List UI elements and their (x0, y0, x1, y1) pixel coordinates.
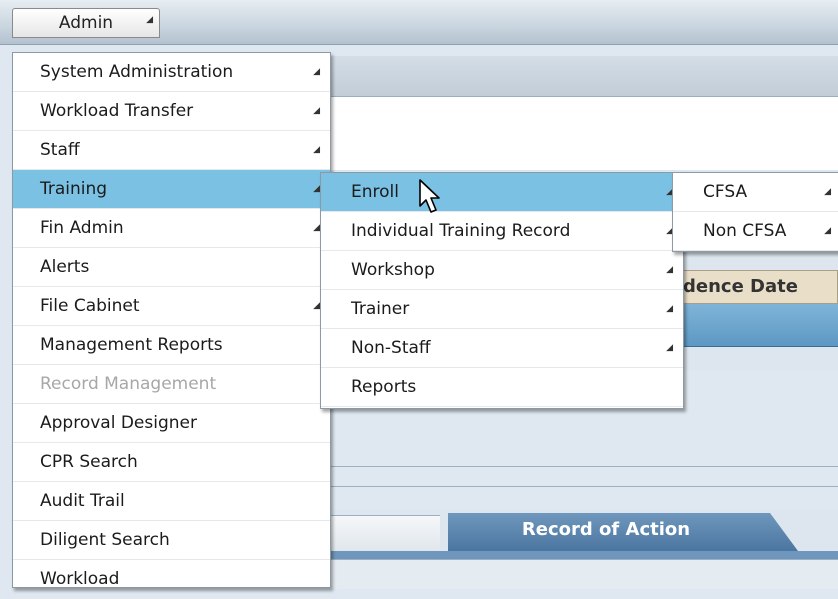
menu-item-non-staff[interactable]: Non-Staff ◢ (321, 329, 683, 368)
menu-item-workload[interactable]: Workload (13, 560, 330, 599)
menu-item-record-management: Record Management (13, 365, 330, 404)
menu-item-diligent-search[interactable]: Diligent Search (13, 521, 330, 560)
submenu-arrow-icon: ◢ (824, 187, 831, 197)
menu-item-training[interactable]: Training ◢ (13, 170, 330, 209)
menu-item-label: Diligent Search (40, 530, 170, 550)
content-panel (330, 97, 838, 170)
tab-inactive[interactable] (330, 515, 440, 550)
menu-item-label: Reports (351, 377, 417, 397)
menu-item-label: Fin Admin (40, 218, 124, 238)
menu-item-workload-transfer[interactable]: Workload Transfer ◢ (13, 92, 330, 131)
menu-item-enroll[interactable]: Enroll ◢ (321, 173, 683, 212)
menu-item-label: CPR Search (40, 452, 138, 472)
tab-underline (330, 551, 838, 559)
menubar: Admin ◢ (0, 0, 838, 45)
menu-item-individual-training-record[interactable]: Individual Training Record ◢ (321, 212, 683, 251)
menu-item-label: Enroll (351, 182, 399, 202)
menu-item-label: Alerts (40, 257, 90, 277)
content-header-band (330, 56, 838, 97)
menu-item-label: Workload Transfer (40, 101, 194, 121)
menu-item-label: Trainer (351, 299, 410, 319)
grid-column-header[interactable]: dence Date (680, 270, 838, 304)
menu-item-management-reports[interactable]: Management Reports (13, 326, 330, 365)
tab-record-of-action[interactable]: Record of Action (448, 513, 798, 551)
menu-item-label: System Administration (40, 62, 234, 82)
menu-item-alerts[interactable]: Alerts (13, 248, 330, 287)
tab-content-area (330, 559, 838, 589)
dropdown-corner-icon: ◢ (146, 15, 153, 25)
menu-item-label: Non CFSA (703, 221, 787, 241)
menu-item-reports[interactable]: Reports (321, 368, 683, 407)
menu-item-label: Workload (40, 569, 120, 589)
menu-item-audit-trail[interactable]: Audit Trail (13, 482, 330, 521)
menu-item-system-administration[interactable]: System Administration ◢ (13, 53, 330, 92)
menu-item-approval-designer[interactable]: Approval Designer (13, 404, 330, 443)
submenu-arrow-icon: ◢ (313, 106, 320, 116)
admin-menu-label: Admin (58, 13, 114, 33)
menu-item-file-cabinet[interactable]: File Cabinet ◢ (13, 287, 330, 326)
menu-item-label: Workshop (351, 260, 435, 280)
submenu-arrow-icon: ◢ (666, 343, 673, 353)
menu-item-label: Record Management (40, 374, 217, 394)
submenu-arrow-icon: ◢ (313, 145, 320, 155)
menu-item-non-cfsa[interactable]: Non CFSA ◢ (673, 212, 838, 251)
submenu-arrow-icon: ◢ (666, 265, 673, 275)
menu-item-staff[interactable]: Staff ◢ (13, 131, 330, 170)
menu-item-trainer[interactable]: Trainer ◢ (321, 290, 683, 329)
training-submenu: Enroll ◢ Individual Training Record ◢ Work… (320, 172, 684, 409)
submenu-arrow-icon: ◢ (313, 223, 320, 233)
admin-dropdown-menu: System Administration ◢ Workload Transfer… (12, 52, 331, 599)
submenu-arrow-icon: ◢ (666, 304, 673, 314)
menu-item-label: CFSA (703, 182, 748, 202)
menu-item-cpr-search[interactable]: CPR Search (13, 443, 330, 482)
divider (330, 466, 838, 467)
grid-selected-row[interactable] (680, 304, 838, 347)
menu-item-workshop[interactable]: Workshop ◢ (321, 251, 683, 290)
menu-item-label: Approval Designer (40, 413, 197, 433)
menu-item-label: Management Reports (40, 335, 223, 355)
submenu-arrow-icon: ◢ (313, 184, 320, 194)
menu-item-label: Non-Staff (351, 338, 431, 358)
menu-item-label: File Cabinet (40, 296, 140, 316)
mouse-pointer-icon (419, 179, 440, 213)
menu-item-label: Audit Trail (40, 491, 125, 511)
submenu-arrow-icon: ◢ (313, 67, 320, 77)
menu-item-label: Staff (40, 140, 80, 160)
admin-menu-button[interactable]: Admin ◢ (12, 8, 160, 38)
menu-item-cfsa[interactable]: CFSA ◢ (673, 173, 838, 212)
menu-item-label: Individual Training Record (351, 221, 571, 241)
menu-item-label: Training (40, 179, 108, 199)
enroll-submenu: CFSA ◢ Non CFSA ◢ (672, 172, 838, 252)
menu-item-fin-admin[interactable]: Fin Admin ◢ (13, 209, 330, 248)
submenu-arrow-icon: ◢ (824, 226, 831, 236)
submenu-arrow-icon: ◢ (313, 301, 320, 311)
divider (330, 486, 838, 487)
